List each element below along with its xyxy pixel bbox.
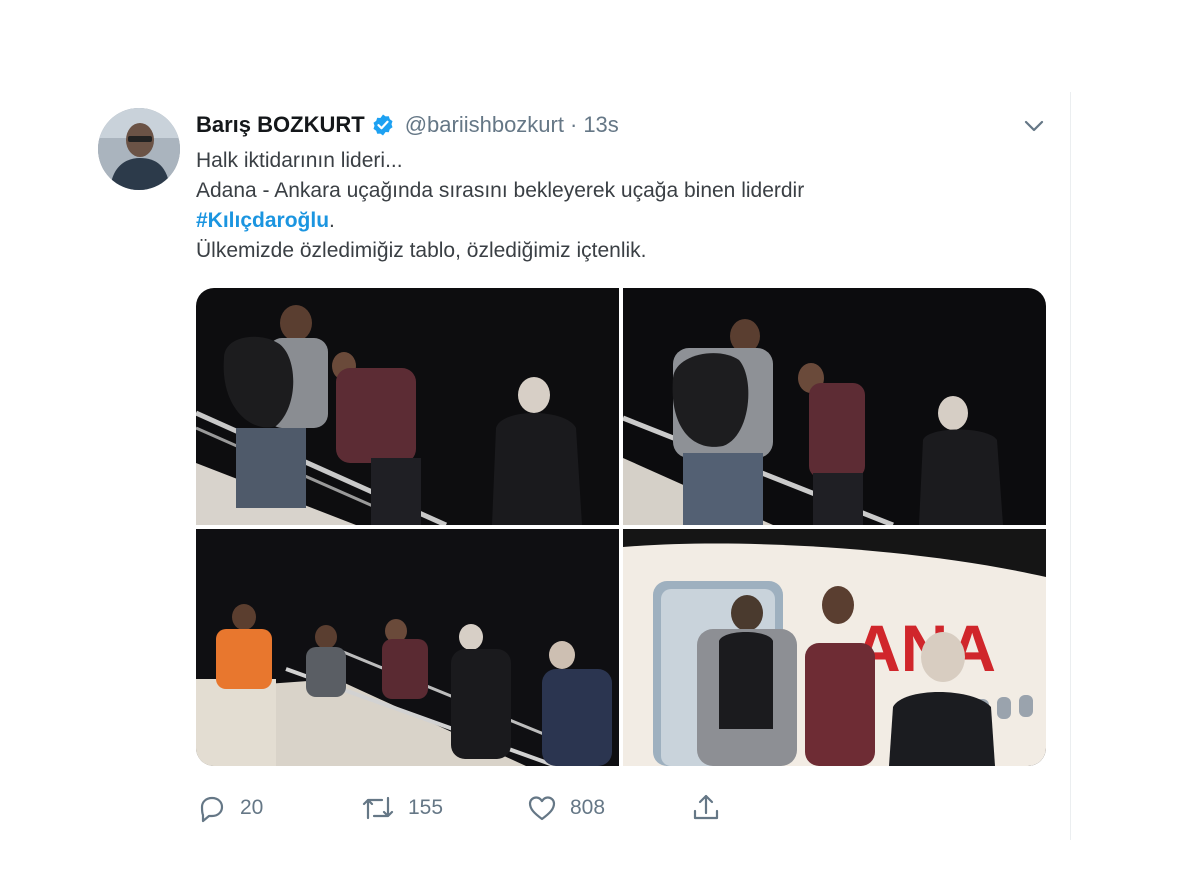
tweet-text-line: Ülkemizde özledimiğiz tablo, özlediğimiz… [196, 239, 647, 262]
tweet-text-line: #Kılıçdaroğlu. [196, 206, 1016, 236]
avatar[interactable] [98, 108, 180, 190]
chevron-down-icon[interactable] [1020, 112, 1048, 140]
verified-badge-icon [371, 113, 395, 137]
like-button[interactable]: 808 [526, 788, 605, 828]
reply-count: 20 [240, 796, 264, 819]
retweet-count: 155 [408, 796, 444, 819]
reply-button[interactable]: 20 [196, 788, 263, 828]
tweet-text-line: Halk iktidarının lideri... [196, 149, 403, 172]
tweet-text-line: Adana - Ankara uçağında sırasını bekleye… [196, 179, 805, 202]
display-name[interactable]: Barış BOZKURT [196, 112, 365, 138]
hashtag-suffix: . [329, 209, 335, 232]
hashtag-link[interactable]: #Kılıçdaroğlu [196, 209, 329, 232]
photo-4[interactable]: ANA [623, 529, 1046, 766]
reply-icon [200, 796, 224, 823]
separator: · [569, 112, 578, 137]
share-icon [693, 794, 719, 820]
tweet-text: Halk iktidarının lideri... Adana - Ankar… [196, 146, 1016, 266]
tweet-actions: 20 155 808 [196, 788, 756, 828]
photo-1[interactable] [196, 288, 619, 525]
media-grid: ANA [196, 288, 1046, 766]
retweet-icon [362, 796, 394, 820]
photo-3[interactable] [196, 529, 619, 766]
handle[interactable]: @bariishbozkurt [405, 112, 564, 138]
tweet-header: Barış BOZKURT @bariishbozkurt · 13s [196, 108, 619, 142]
timestamp[interactable]: 13s [583, 112, 618, 138]
like-count: 808 [570, 796, 606, 819]
like-icon [528, 796, 556, 821]
photo-2[interactable] [623, 288, 1046, 525]
retweet-button[interactable]: 155 [360, 788, 443, 828]
share-button[interactable] [690, 788, 722, 828]
